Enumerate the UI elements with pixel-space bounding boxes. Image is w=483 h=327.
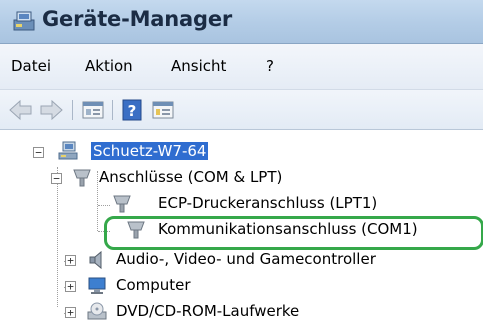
- tree-root[interactable]: − Schuetz-W7-64: [0, 139, 483, 165]
- back-arrow-icon[interactable]: [8, 98, 34, 122]
- port-icon: [113, 195, 131, 213]
- speaker-icon: [89, 250, 102, 270]
- tree-item-label: Computer: [116, 276, 191, 294]
- menu-datei[interactable]: Datei: [11, 57, 51, 75]
- tree-item-lpt1[interactable]: ECP-Druckeranschluss (LPT1): [0, 191, 483, 217]
- tree-item-ports[interactable]: − Anschlüsse (COM & LPT): [0, 165, 483, 191]
- menu-help[interactable]: ?: [266, 57, 274, 75]
- toolbar: ?: [0, 90, 483, 130]
- title-bar[interactable]: Geräte-Manager: [0, 0, 483, 44]
- forward-arrow-icon[interactable]: [38, 98, 64, 122]
- properties-icon[interactable]: [80, 98, 106, 122]
- tree-item-label: Audio-, Video- und Gamecontroller: [116, 250, 376, 268]
- view-icon[interactable]: [150, 98, 176, 122]
- help-icon[interactable]: ?: [120, 98, 146, 122]
- tree-item-label: ECP-Druckeranschluss (LPT1): [158, 194, 378, 212]
- dvd-drive-icon: [87, 302, 107, 320]
- tree-root-label[interactable]: Schuetz-W7-64: [91, 142, 209, 160]
- expand-toggle[interactable]: +: [65, 307, 76, 318]
- window-title: Geräte-Manager: [42, 7, 233, 31]
- tree-item-label: Anschlüsse (COM & LPT): [99, 168, 283, 186]
- tree-item-label: DVD/CD-ROM-Laufwerke: [116, 302, 300, 320]
- menu-bar: Datei Aktion Ansicht ?: [0, 44, 483, 90]
- device-tree: − Schuetz-W7-64 − Anschlüsse (COM & LPT)…: [0, 131, 483, 327]
- port-icon: [73, 169, 91, 187]
- tree-item-audio[interactable]: + Audio-, Video- und Gamecontroller: [0, 249, 483, 275]
- computer-network-icon: [58, 141, 78, 160]
- tree-item-computer[interactable]: + Computer: [0, 275, 483, 301]
- device-manager-icon: [13, 11, 35, 31]
- collapse-toggle[interactable]: −: [51, 173, 62, 184]
- expand-toggle[interactable]: +: [65, 281, 76, 292]
- svg-text:?: ?: [128, 102, 137, 120]
- computer-icon: [88, 277, 106, 294]
- collapse-toggle[interactable]: −: [33, 147, 44, 158]
- expand-toggle[interactable]: +: [65, 255, 76, 266]
- menu-aktion[interactable]: Aktion: [85, 57, 133, 75]
- highlight-ring: [104, 216, 483, 250]
- menu-ansicht[interactable]: Ansicht: [171, 57, 226, 75]
- tree-item-dvd[interactable]: + DVD/CD-ROM-Laufwerke: [0, 301, 483, 327]
